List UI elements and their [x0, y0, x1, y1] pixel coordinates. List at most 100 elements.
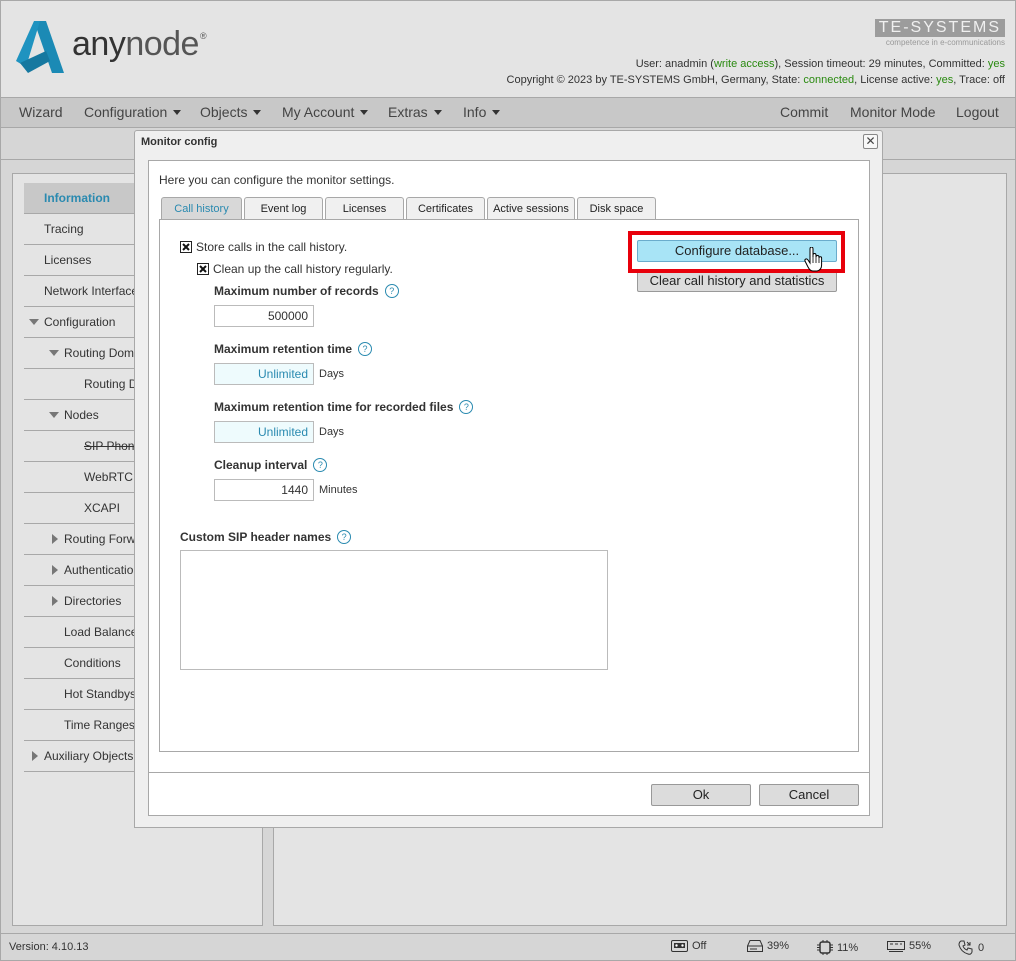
help-icon[interactable]: ?: [337, 530, 352, 544]
collapsed-icon[interactable]: [32, 750, 38, 761]
store-calls-checkbox[interactable]: Store calls in the call history.: [180, 240, 347, 254]
sidebar-item-directories[interactable]: Directories: [24, 586, 134, 617]
sidebar-item-licenses[interactable]: Licenses: [24, 245, 134, 276]
trace-status: , Trace: off: [953, 74, 1005, 86]
tab-disk-space[interactable]: Disk space: [577, 197, 656, 220]
app-header: anynode ® TE-SYSTEMS competence in e-com…: [1, 1, 1015, 97]
cleanup-checkbox[interactable]: Clean up the call history regularly.: [197, 262, 393, 276]
chevron-down-icon: [492, 109, 501, 115]
anynode-logo-icon: [16, 21, 64, 73]
sidebar-item-time-ranges[interactable]: Time Ranges: [24, 710, 134, 741]
cleanup-interval-input[interactable]: [214, 479, 314, 501]
menu-extras[interactable]: Extras: [388, 98, 442, 127]
sidebar-item-nodes[interactable]: Nodes: [24, 400, 134, 431]
dialog-footer: Ok Cancel: [148, 772, 870, 816]
cleanup-interval-unit: Minutes: [319, 484, 358, 496]
recording-icon: [671, 940, 688, 952]
logo-text-light: node: [125, 25, 199, 63]
expanded-icon[interactable]: [49, 349, 59, 356]
help-icon[interactable]: ?: [384, 284, 399, 298]
system-status: Copyright © 2023 by TE-SYSTEMS GmbH, Ger…: [507, 74, 1005, 86]
sidebar-item-xcapi[interactable]: XCAPI: [24, 493, 134, 524]
max-retention-unit: Days: [319, 368, 345, 380]
help-icon[interactable]: ?: [358, 342, 373, 356]
main-menu-bar: Wizard Configuration Objects My Account …: [1, 97, 1015, 128]
dialog-intro: Here you can configure the monitor setti…: [159, 173, 395, 187]
checkbox-checked-icon[interactable]: [180, 241, 192, 253]
chevron-down-icon: [253, 109, 262, 115]
license-label: , License active:: [854, 74, 937, 86]
sidebar-item-load-balancers[interactable]: Load Balancers: [24, 617, 134, 648]
menu-wizard[interactable]: Wizard: [19, 98, 63, 127]
sidebar-item-information[interactable]: Information: [24, 183, 134, 214]
tab-call-history[interactable]: Call history: [161, 197, 242, 220]
logo-text-bold: any: [72, 25, 126, 63]
tab-licenses[interactable]: Licenses: [325, 197, 404, 220]
sidebar-item-auxiliary-objects[interactable]: Auxiliary Objects: [24, 741, 134, 772]
checkbox-checked-icon[interactable]: [197, 263, 209, 275]
collapsed-icon[interactable]: [52, 533, 58, 544]
help-icon[interactable]: ?: [459, 400, 474, 414]
calls-status: 0: [958, 940, 984, 956]
sidebar-item-network-interfaces[interactable]: Network Interfaces: [24, 276, 134, 307]
max-records-input[interactable]: [214, 305, 314, 327]
status-bar: Version: 4.10.13 Off 39% 11% 55% 0: [1, 933, 1015, 960]
sidebar-nav: Information Tracing Licenses Network Int…: [24, 183, 134, 772]
te-systems-logo: TE-SYSTEMS competence in e-communication…: [874, 19, 1005, 47]
custom-sip-label: Custom SIP header names?: [180, 530, 352, 544]
close-icon[interactable]: ✕: [863, 134, 878, 149]
menu-monitor-mode[interactable]: Monitor Mode: [850, 98, 936, 127]
sidebar-item-routing-domains[interactable]: Routing Domains: [24, 338, 134, 369]
menu-logout[interactable]: Logout: [956, 98, 999, 127]
max-retention-input[interactable]: [214, 363, 314, 385]
disk-status: 39%: [747, 940, 789, 952]
menu-info[interactable]: Info: [463, 98, 501, 127]
sidebar-item-routing-forwards[interactable]: Routing Forwards: [24, 524, 134, 555]
collapsed-icon[interactable]: [52, 595, 58, 606]
sidebar-item-routing-domain[interactable]: Routing Domain: [24, 369, 134, 400]
tab-certificates[interactable]: Certificates: [406, 197, 485, 220]
help-icon[interactable]: ?: [313, 458, 328, 472]
tab-bar: Call history Event log Licenses Certific…: [161, 197, 656, 220]
menu-commit[interactable]: Commit: [780, 98, 828, 127]
menu-my-account[interactable]: My Account: [282, 98, 369, 127]
menu-objects[interactable]: Objects: [200, 98, 262, 127]
cpu-icon: [817, 940, 833, 955]
configure-database-button[interactable]: Configure database...: [637, 240, 837, 262]
max-retention-files-input[interactable]: [214, 421, 314, 443]
sidebar-item-conditions[interactable]: Conditions: [24, 648, 134, 679]
session-timeout: ), Session timeout: 29 minutes, Committe…: [774, 58, 988, 70]
calls-icon: [958, 940, 973, 955]
chevron-down-icon: [360, 109, 369, 115]
expanded-icon[interactable]: [49, 411, 59, 418]
anynode-logo: anynode ®: [16, 21, 207, 73]
cancel-button[interactable]: Cancel: [759, 784, 859, 806]
expanded-icon[interactable]: [29, 318, 39, 325]
sidebar-item-webrtc[interactable]: WebRTC: [24, 462, 134, 493]
tab-event-log[interactable]: Event log: [244, 197, 323, 220]
memory-icon: [887, 940, 905, 952]
cpu-status: 11%: [817, 940, 858, 955]
logo-registered: ®: [199, 31, 207, 41]
custom-sip-textarea[interactable]: [180, 550, 608, 670]
call-history-panel: Store calls in the call history. Clean u…: [159, 219, 859, 752]
sidebar-item-tracing[interactable]: Tracing: [24, 214, 134, 245]
recording-status: Off: [671, 940, 706, 952]
dialog-title: Monitor config: [141, 136, 218, 148]
sidebar-item-hot-standbys[interactable]: Hot Standbys: [24, 679, 134, 710]
collapsed-icon[interactable]: [52, 564, 58, 575]
sidebar-item-configuration[interactable]: Configuration: [24, 307, 134, 338]
version-label: Version: 4.10.13: [9, 941, 89, 953]
ok-button[interactable]: Ok: [651, 784, 751, 806]
monitor-config-dialog: Monitor config ✕ Here you can configure …: [134, 130, 883, 828]
menu-configuration[interactable]: Configuration: [84, 98, 182, 127]
committed-status: yes: [987, 58, 1005, 70]
tab-active-sessions[interactable]: Active sessions: [487, 197, 575, 220]
chevron-down-icon: [433, 109, 442, 115]
clear-call-history-button[interactable]: Clear call history and statistics: [637, 270, 837, 292]
te-systems-wordmark: TE-SYSTEMS: [874, 19, 1005, 37]
disk-icon: [747, 940, 763, 952]
sidebar-item-sip-phones[interactable]: SIP Phones: [24, 431, 134, 462]
sidebar-item-authentication[interactable]: Authentication: [24, 555, 134, 586]
copyright: Copyright © 2023 by TE-SYSTEMS GmbH, Ger…: [506, 74, 804, 86]
